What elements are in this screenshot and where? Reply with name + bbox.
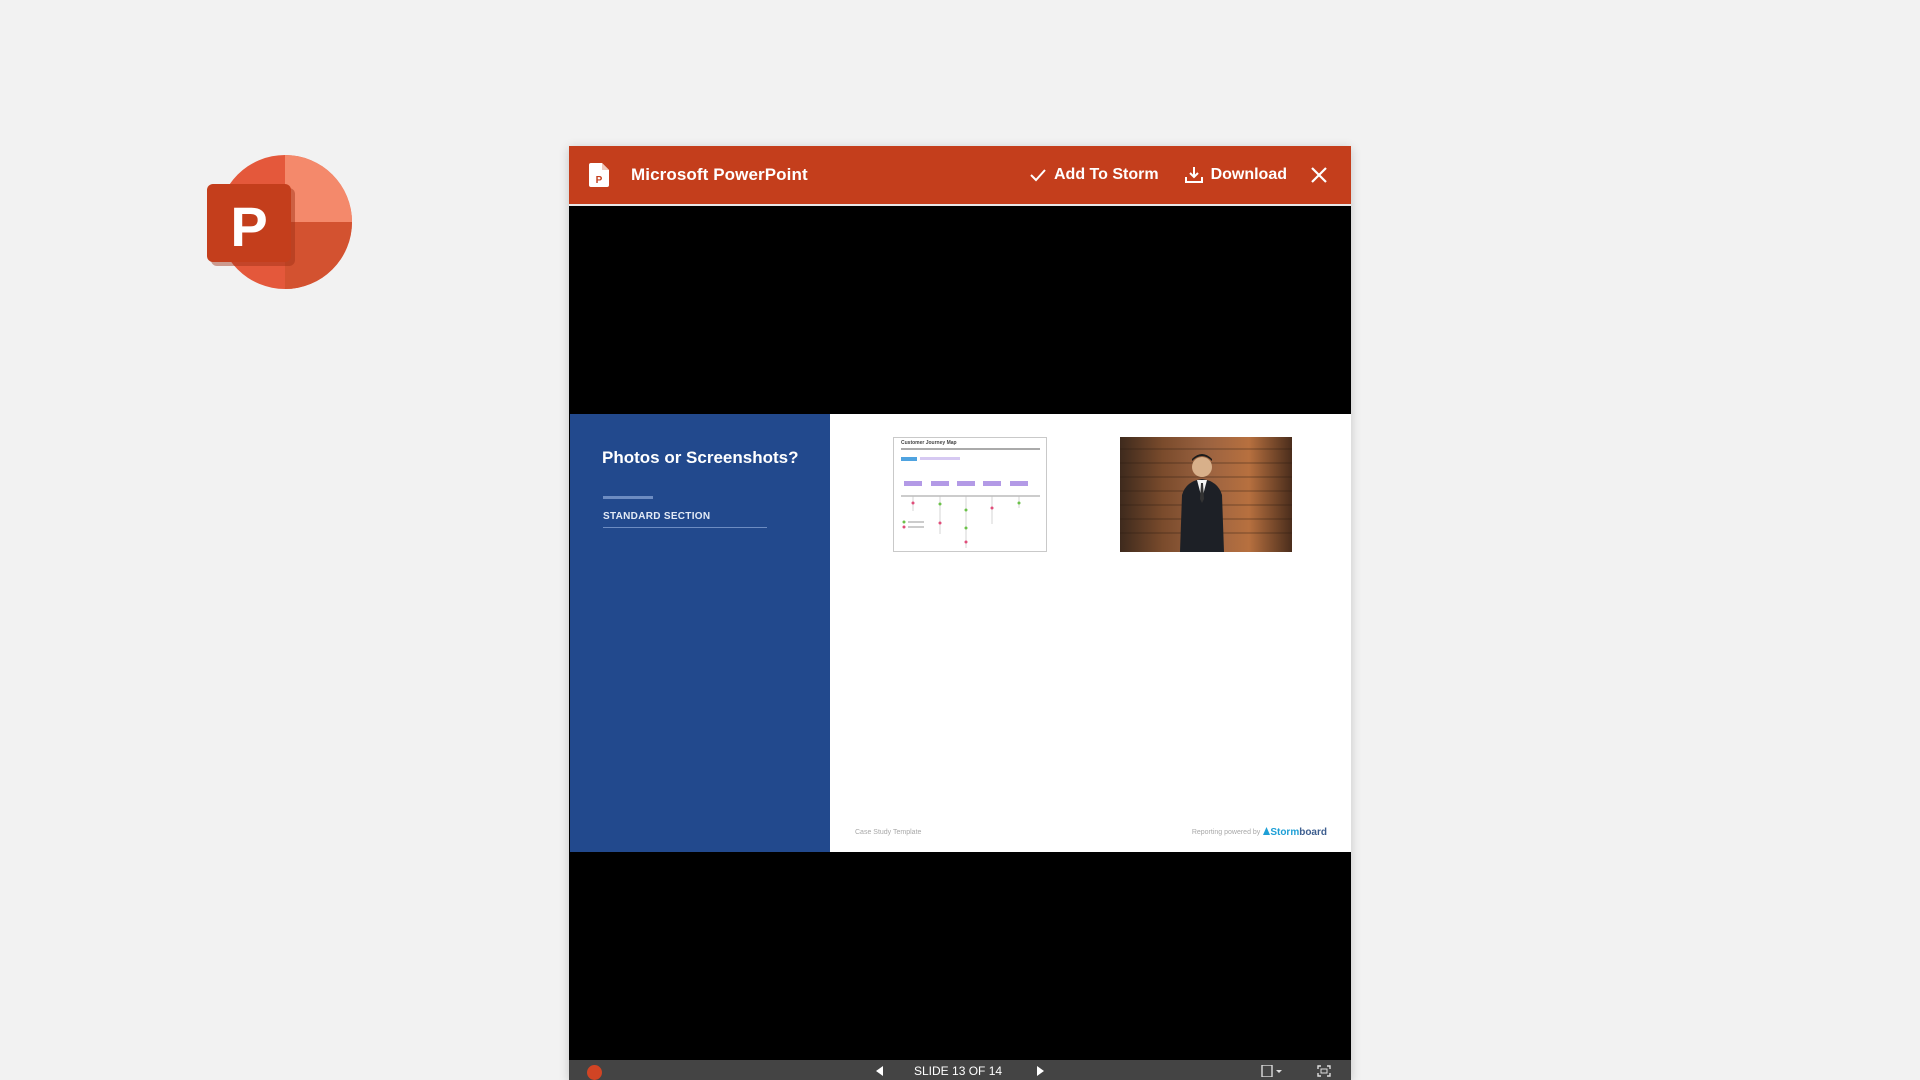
viewer-header: P Microsoft PowerPoint Add To Storm Down…	[569, 146, 1351, 206]
triangle-left-icon[interactable]	[876, 1066, 884, 1076]
journey-map-diagram	[901, 448, 1040, 548]
slide-footer-right: Reporting powered by Stormboard	[1192, 827, 1327, 838]
close-icon	[1311, 167, 1327, 183]
file-preview-viewer: P Microsoft PowerPoint Add To Storm Down…	[569, 146, 1351, 1080]
businessman-photo	[1120, 437, 1292, 552]
download-icon	[1184, 167, 1203, 183]
slide-toolbar: SLIDE 13 OF 14	[569, 1060, 1351, 1080]
logo-letter: P	[230, 195, 267, 258]
photo-image	[1120, 437, 1292, 552]
triangle-right-icon[interactable]	[1036, 1066, 1044, 1076]
stormboard-brand: Stormboard	[1263, 827, 1327, 838]
add-to-storm-label: Add To Storm	[1053, 166, 1159, 183]
powered-by-text: Reporting powered by	[1191, 829, 1261, 836]
slide-section-label: STANDARD SECTION	[603, 511, 711, 522]
powerpoint-file-icon: P	[589, 163, 609, 187]
powerpoint-small-icon	[587, 1065, 602, 1080]
download-label: Download	[1210, 166, 1287, 183]
close-button[interactable]	[1309, 165, 1329, 185]
customer-journey-map-thumbnail: Customer Journey Map	[893, 437, 1047, 552]
slide-title: Photos or Screenshots?	[602, 448, 799, 467]
add-to-storm-button[interactable]: Add To Storm	[1030, 166, 1159, 184]
slide-footer-left: Case Study Template	[855, 829, 922, 836]
viewer-title: Microsoft PowerPoint	[631, 165, 808, 184]
checkmark-icon	[1030, 169, 1046, 182]
section-underline	[603, 527, 767, 528]
powerpoint-logo-icon: P	[207, 155, 352, 289]
fullscreen-icon[interactable]	[1317, 1065, 1331, 1077]
slide-left-panel: Photos or Screenshots? STANDARD SECTION	[570, 414, 830, 852]
notes-view-icon[interactable]	[1261, 1065, 1283, 1077]
title-underline	[603, 496, 653, 499]
download-button[interactable]: Download	[1184, 166, 1287, 184]
svg-text:P: P	[596, 175, 603, 186]
slide-preview: Photos or Screenshots? STANDARD SECTION …	[570, 414, 1351, 852]
slide-counter: SLIDE 13 OF 14	[914, 1064, 1003, 1078]
